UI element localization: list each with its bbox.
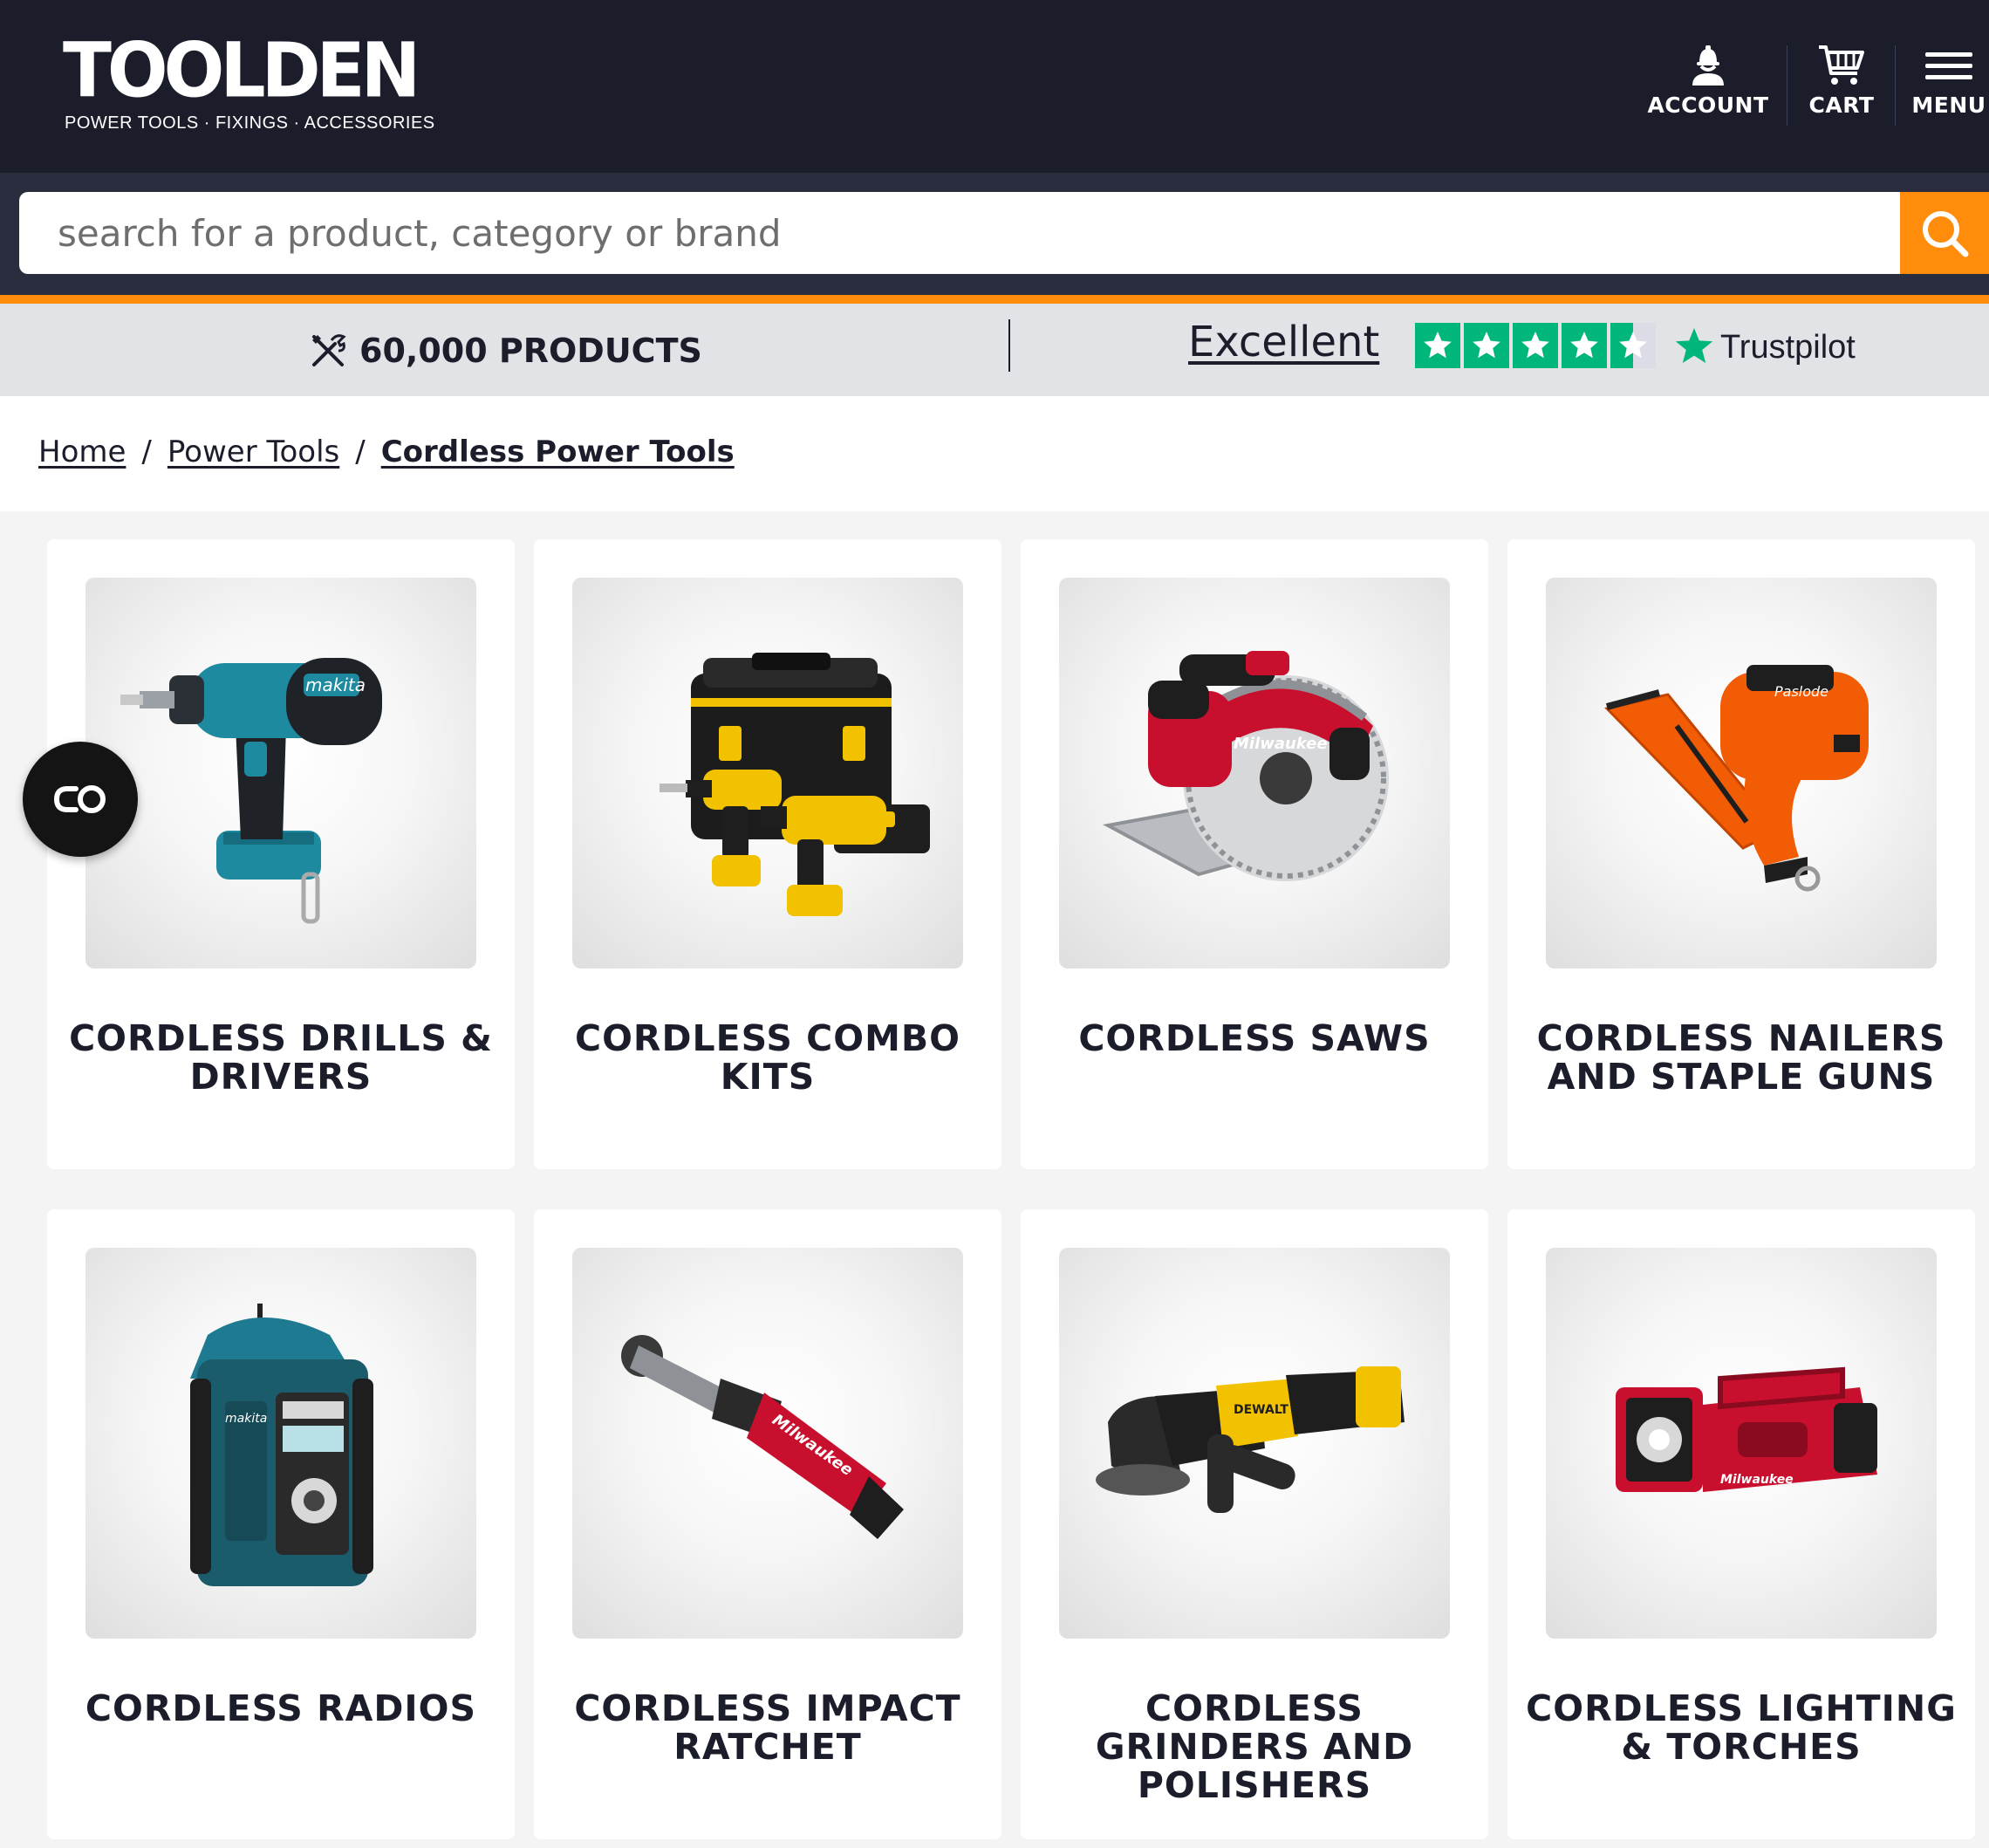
breadcrumb: Home / Power Tools / Cordless Power Tool…: [38, 435, 735, 469]
search-bar: [0, 173, 1989, 295]
radio-image: makita: [85, 1248, 476, 1639]
accent-divider: [0, 295, 1989, 304]
account-button[interactable]: ACCOUNT: [1647, 44, 1769, 131]
search-icon: [1923, 211, 1969, 257]
ratchet-image: Milwaukee: [572, 1248, 963, 1639]
star-icon: [1513, 323, 1558, 368]
breadcrumb-home[interactable]: Home: [38, 435, 126, 469]
account-icon: [1692, 45, 1724, 86]
trustpilot-rating-link[interactable]: Excellent: [1188, 318, 1379, 366]
grinder-image: DEWALT: [1059, 1248, 1450, 1639]
search-button[interactable]: [1900, 192, 1989, 274]
products-count-label: 60,000 PRODUCTS: [359, 332, 702, 370]
site-header: TOOLDEN POWER TOOLS · FIXINGS · ACCESSOR…: [0, 0, 1989, 173]
torch-image: Milwaukee: [1546, 1248, 1937, 1639]
star-icon: [1562, 323, 1607, 368]
category-card-grinders[interactable]: DEWALT CORDLESS GRINDERS AND POLISHERS: [1021, 1209, 1488, 1839]
menu-button[interactable]: MENU: [1909, 44, 1989, 131]
cart-icon: [1819, 45, 1864, 85]
category-card-lighting[interactable]: Milwaukee CORDLESS LIGHTING & TORCHES: [1507, 1209, 1975, 1839]
circular-saw-image: Milwaukee: [1059, 578, 1450, 968]
half-star-icon: [1610, 323, 1656, 368]
products-count: 60,000 PRODUCTS: [309, 325, 702, 377]
svg-text:DEWALT: DEWALT: [1234, 1403, 1288, 1417]
brand-logo[interactable]: TOOLDEN POWER TOOLS · FIXINGS · ACCESSOR…: [63, 27, 434, 143]
category-card-ratchet[interactable]: Milwaukee CORDLESS IMPACT RATCHET: [534, 1209, 1001, 1839]
drill-image: makita: [85, 578, 476, 968]
star-icon: [1415, 323, 1460, 368]
category-title: CORDLESS DRILLS & DRIVERS: [69, 1017, 493, 1098]
svg-text:makita: makita: [305, 674, 366, 695]
info-divider: [1008, 319, 1010, 372]
account-label: ACCOUNT: [1647, 92, 1769, 118]
star-icon: [1464, 323, 1509, 368]
category-title: CORDLESS COMBO KITS: [574, 1017, 961, 1098]
category-card-drills[interactable]: makita CORDLESS DRILLS & DRIVERS: [47, 539, 515, 1169]
category-card-saws[interactable]: Milwaukee CORDLESS SAWS: [1021, 539, 1488, 1169]
menu-label: MENU: [1911, 92, 1986, 118]
trustpilot-label: Trustpilot: [1720, 328, 1856, 366]
brand-name: TOOLDEN: [63, 27, 420, 115]
breadcrumb-bar: Home / Power Tools / Cordless Power Tool…: [0, 396, 1989, 511]
category-title: CORDLESS LIGHTING & TORCHES: [1526, 1687, 1957, 1768]
category-card-radios[interactable]: makita CORDLESS RADIOS: [47, 1209, 515, 1839]
breadcrumb-power-tools[interactable]: Power Tools: [167, 435, 339, 469]
svg-text:makita: makita: [225, 1412, 267, 1426]
category-card-nailers[interactable]: Paslode CORDLESS NAILERS AND STAPLE GUNS: [1507, 539, 1975, 1169]
trustpilot-star-icon: [1675, 328, 1713, 363]
category-title: CORDLESS GRINDERS AND POLISHERS: [1095, 1687, 1414, 1806]
breadcrumb-separator: /: [141, 435, 152, 469]
brand-tagline: POWER TOOLS · FIXINGS · ACCESSORIES: [65, 113, 435, 133]
svg-text:Milwaukee: Milwaukee: [1720, 1473, 1794, 1487]
svg-text:Milwaukee: Milwaukee: [1234, 735, 1328, 753]
svg-text:Paslode: Paslode: [1774, 683, 1828, 700]
category-title: CORDLESS SAWS: [1078, 1017, 1431, 1059]
category-card-combo-kits[interactable]: CORDLESS COMBO KITS: [534, 539, 1001, 1169]
info-bar: 60,000 PRODUCTS Excellent Trustpilot: [0, 304, 1989, 396]
breadcrumb-current[interactable]: Cordless Power Tools: [381, 435, 735, 469]
trustpilot-stars: [1415, 323, 1656, 368]
cart-button[interactable]: CART: [1802, 44, 1881, 131]
tools-icon: [312, 334, 346, 366]
trustpilot-logo[interactable]: Trustpilot: [1673, 323, 1856, 372]
hamburger-icon: [1925, 52, 1972, 79]
floating-link-button[interactable]: [23, 742, 138, 857]
breadcrumb-separator: /: [355, 435, 366, 469]
category-title: CORDLESS IMPACT RATCHET: [574, 1687, 961, 1768]
cart-label: CART: [1808, 92, 1875, 118]
nav-divider: [1895, 45, 1896, 126]
nailer-image: Paslode: [1546, 578, 1937, 968]
search-input[interactable]: [19, 192, 1900, 274]
category-title: CORDLESS RADIOS: [85, 1687, 477, 1729]
category-title: CORDLESS NAILERS AND STAPLE GUNS: [1536, 1017, 1946, 1098]
link-icon: [53, 785, 106, 813]
combo-kit-image: [572, 578, 963, 968]
